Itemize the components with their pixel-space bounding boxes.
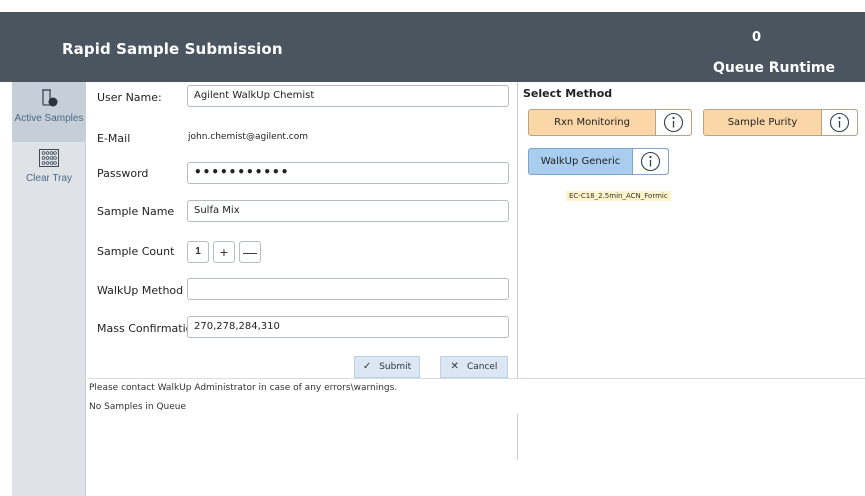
vial-icon bbox=[12, 88, 86, 111]
check-icon: ✓ bbox=[362, 361, 372, 372]
select-method-title: Select Method bbox=[523, 87, 613, 100]
status-footer: Please contact WalkUp Administrator in c… bbox=[87, 378, 865, 414]
sidebar-item-label: Clear Tray bbox=[25, 173, 73, 184]
info-icon[interactable] bbox=[821, 110, 857, 135]
top-margin bbox=[0, 0, 865, 12]
queue-runtime-label: Queue Runtime bbox=[713, 60, 835, 76]
main-panel: User Name: Agilent WalkUp Chemist E-Mail… bbox=[87, 82, 865, 496]
app-header: Rapid Sample Submission 0 Queue Runtime bbox=[0, 12, 865, 82]
info-icon[interactable] bbox=[632, 149, 668, 174]
password-label: Password bbox=[97, 167, 149, 180]
footer-message: Please contact WalkUp Administrator in c… bbox=[89, 383, 398, 393]
mass-confirmation-input[interactable]: 270,278,284,310 bbox=[187, 316, 509, 338]
password-input[interactable]: ••••••••••• bbox=[187, 162, 509, 184]
method-label: WalkUp Generic bbox=[540, 156, 621, 167]
method-walkup-generic-button[interactable]: WalkUp Generic bbox=[528, 148, 669, 175]
submit-label: Submit bbox=[379, 362, 412, 372]
method-label: Rxn Monitoring bbox=[554, 117, 630, 128]
email-label: E-Mail bbox=[97, 132, 131, 145]
user-name-label: User Name: bbox=[97, 91, 162, 104]
sidebar-item-clear-tray[interactable]: Clear Tray bbox=[12, 146, 86, 186]
sidebar: Active Samples Clear Tray bbox=[12, 82, 86, 496]
sidebar-item-active-samples[interactable]: Active Samples bbox=[12, 82, 86, 142]
email-value: john.chemist@agilent.com bbox=[188, 132, 309, 142]
cancel-label: Cancel bbox=[466, 362, 498, 372]
walkup-method-input[interactable] bbox=[187, 278, 509, 300]
app-title: Rapid Sample Submission bbox=[62, 40, 283, 58]
submit-button[interactable]: ✓ Submit bbox=[354, 356, 420, 378]
method-label: Sample Purity bbox=[727, 117, 798, 128]
sidebar-item-label: Active Samples bbox=[14, 113, 84, 124]
method-sample-purity-button[interactable]: Sample Purity bbox=[703, 109, 858, 136]
decrement-button[interactable]: — bbox=[239, 241, 261, 263]
walkup-method-label: WalkUp Method bbox=[97, 284, 184, 297]
queue-runtime-value: 0 bbox=[752, 30, 762, 45]
sample-count-label: Sample Count bbox=[97, 245, 175, 258]
selected-method-description: EC-C18_2.5min_ACN_Formic bbox=[566, 191, 671, 201]
mass-confirmation-label: Mass Confirmation bbox=[97, 322, 200, 335]
sample-name-label: Sample Name bbox=[97, 205, 175, 218]
tray-grid-icon bbox=[12, 148, 86, 171]
sample-count-value[interactable]: 1 bbox=[187, 241, 209, 263]
user-name-input[interactable]: Agilent WalkUp Chemist bbox=[187, 85, 509, 107]
increment-button[interactable]: + bbox=[213, 241, 235, 263]
close-icon: ✕ bbox=[450, 361, 459, 372]
method-rxn-monitoring-button[interactable]: Rxn Monitoring bbox=[528, 109, 692, 136]
info-icon[interactable] bbox=[655, 110, 691, 135]
cancel-button[interactable]: ✕ Cancel bbox=[440, 356, 508, 378]
sample-name-input[interactable]: Sulfa Mix bbox=[187, 200, 509, 222]
queue-status: No Samples in Queue bbox=[89, 402, 187, 412]
